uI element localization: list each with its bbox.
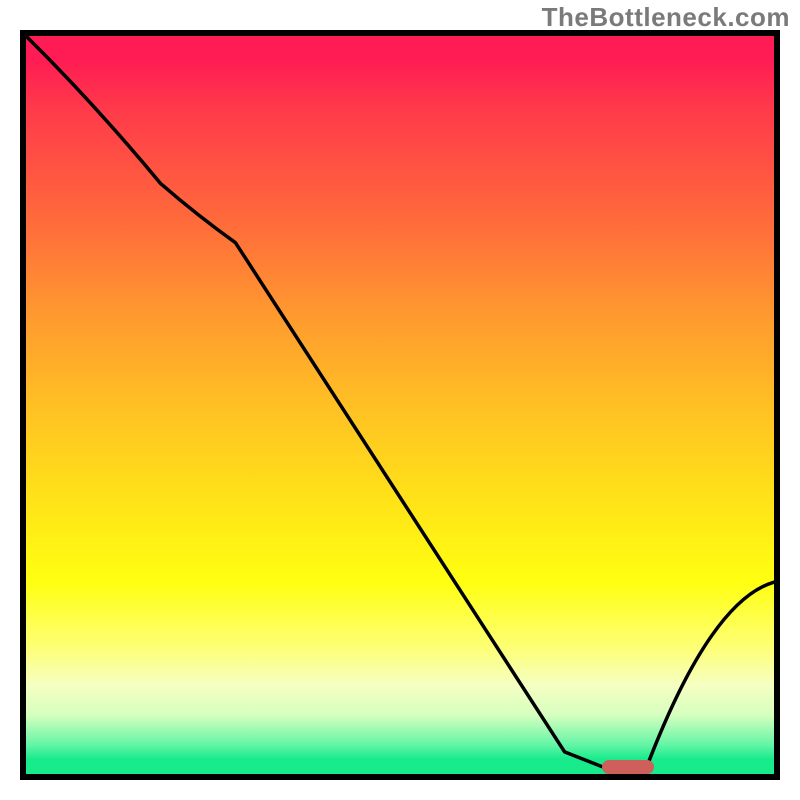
optimal-range-marker	[602, 760, 654, 774]
plot-area	[26, 36, 774, 774]
watermark-text: TheBottleneck.com	[542, 2, 790, 33]
chart-container: TheBottleneck.com	[0, 0, 800, 800]
chart-svg	[26, 36, 774, 774]
bottleneck-curve	[26, 36, 774, 767]
plot-border	[20, 30, 780, 780]
